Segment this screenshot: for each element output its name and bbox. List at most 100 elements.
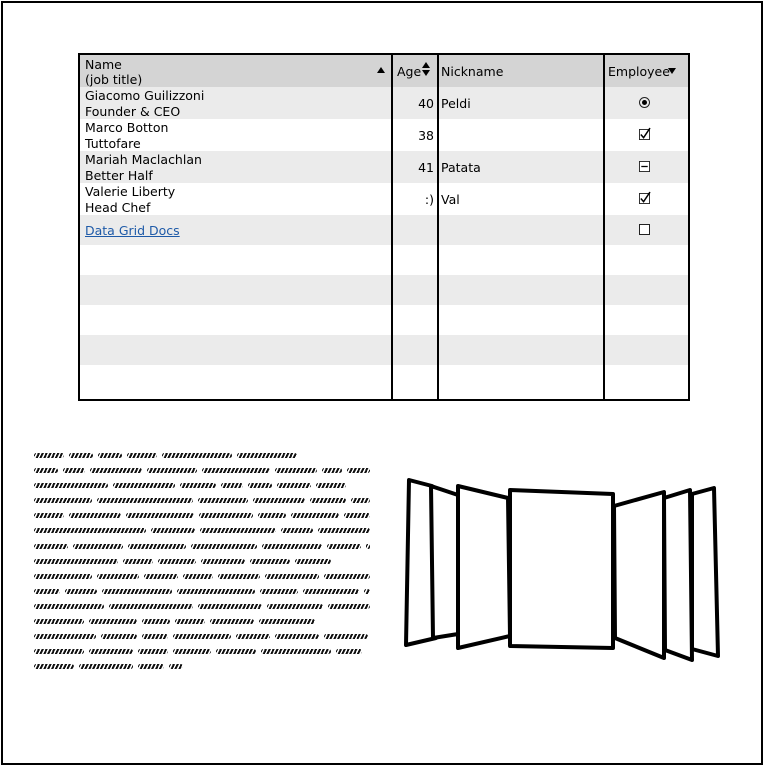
data-grid: Name (job title) Age Nickname Employee G… [78, 53, 690, 401]
scribble-word [102, 588, 172, 594]
scribble-word [69, 513, 121, 519]
row-name: Valerie Liberty [85, 184, 176, 199]
row-job-title: Better Half [85, 168, 153, 183]
scribble-word [265, 573, 319, 579]
employee-checkbox-checked[interactable] [639, 191, 651, 204]
row-age: 38 [418, 128, 434, 143]
scribble-word [198, 603, 262, 609]
cover-flow-item[interactable] [662, 488, 694, 662]
scribble-line [34, 556, 374, 571]
cover-flow-item-center[interactable] [508, 488, 615, 650]
scribble-word [366, 543, 370, 549]
data-grid-docs-link[interactable]: Data Grid Docs [85, 223, 202, 238]
scribble-word [303, 588, 359, 594]
sort-both-down-icon[interactable] [422, 70, 430, 76]
cover-flow-item[interactable] [612, 490, 666, 660]
scribble-word [34, 634, 96, 640]
column-header-name-sublabel: (job title) [85, 72, 143, 87]
row-age: :) [424, 192, 434, 207]
scribble-word [63, 468, 85, 474]
sort-both-up-icon[interactable] [422, 62, 430, 68]
row-name: Marco Botton [85, 120, 169, 135]
employee-checkbox-checked[interactable] [639, 127, 651, 140]
cover-flow-item[interactable] [456, 484, 512, 650]
scribble-word [34, 664, 74, 670]
table-row-empty [80, 305, 688, 335]
scribble-word [261, 649, 331, 655]
scribble-word [347, 468, 370, 474]
scribble-line [34, 450, 374, 465]
scribble-word [218, 573, 260, 579]
scribble-line [34, 646, 374, 661]
row-job-title: Head Chef [85, 200, 151, 215]
scribble-word [236, 634, 270, 640]
scribble-word [237, 453, 297, 458]
scribble-word [221, 483, 243, 489]
scribble-word [34, 619, 84, 625]
table-row-empty [80, 275, 688, 305]
scribble-word [173, 649, 211, 655]
column-header-nickname[interactable]: Nickname [438, 55, 604, 87]
column-divider [391, 55, 393, 399]
scribble-word [89, 619, 137, 625]
table-row-link[interactable]: Data Grid Docs [80, 215, 688, 245]
scribble-word [162, 453, 232, 458]
scribble-word [79, 664, 133, 670]
column-header-employee[interactable]: Employee [604, 55, 688, 87]
scribble-word [147, 468, 197, 474]
scribble-word [310, 498, 346, 504]
scribble-word [200, 528, 276, 534]
row-age: 40 [418, 96, 434, 111]
scribble-word [113, 483, 175, 489]
scribble-word [281, 528, 313, 534]
employee-radio-selected[interactable] [639, 97, 650, 108]
column-header-name[interactable]: Name (job title) [80, 55, 392, 87]
employee-checkbox-unchecked[interactable] [639, 224, 650, 235]
sort-ascending-icon[interactable] [377, 67, 385, 73]
scribble-word [275, 468, 317, 474]
scribble-word [267, 603, 323, 609]
scribble-word [123, 558, 153, 564]
scribble-word [199, 513, 253, 519]
table-row[interactable]: Marco Botton Tuttofare 38 [80, 119, 688, 151]
scribble-line [34, 661, 374, 676]
scribble-word [183, 573, 213, 579]
row-nickname: Peldi [441, 96, 471, 111]
cover-flow-item[interactable] [429, 484, 460, 640]
table-row-empty [80, 335, 688, 365]
scribble-word [97, 498, 193, 504]
scribble-word [69, 453, 93, 458]
scribble-word [169, 664, 183, 670]
scribble-word [253, 498, 305, 504]
row-age: 41 [418, 160, 434, 175]
row-name: Mariah Maclachlan [85, 152, 202, 167]
column-divider [437, 55, 439, 399]
scribble-word [318, 528, 370, 534]
scribble-word [97, 573, 139, 579]
cover-flow-item[interactable] [690, 486, 720, 658]
scribble-word [65, 588, 97, 594]
table-row[interactable]: Mariah Maclachlan Better Half 41 Patata [80, 151, 688, 183]
scribble-word [327, 543, 361, 549]
employee-checkbox-indeterminate[interactable] [639, 161, 650, 172]
scribble-word [259, 619, 315, 625]
scribble-word [248, 483, 272, 489]
lorem-ipsum-text-block [34, 450, 374, 676]
scribble-word [34, 513, 64, 519]
scribble-word [258, 513, 286, 519]
column-header-name-label: Name [85, 57, 122, 72]
column-divider [603, 55, 605, 399]
scribble-word [34, 483, 108, 489]
cover-flow[interactable] [400, 470, 730, 670]
row-nickname: Patata [441, 160, 481, 175]
scribble-word [177, 588, 255, 594]
table-row[interactable]: Giacomo Guilizzoni Founder & CEO 40 Peld… [80, 87, 688, 119]
sort-descending-icon[interactable] [668, 68, 676, 74]
scribble-word [34, 558, 118, 564]
column-header-age[interactable]: Age [392, 55, 438, 87]
scribble-word [202, 468, 270, 474]
scribble-word [336, 649, 362, 655]
table-row[interactable]: Valerie Liberty Head Chef :) Val [80, 183, 688, 215]
scribble-word [324, 573, 370, 579]
scribble-word [324, 634, 368, 640]
